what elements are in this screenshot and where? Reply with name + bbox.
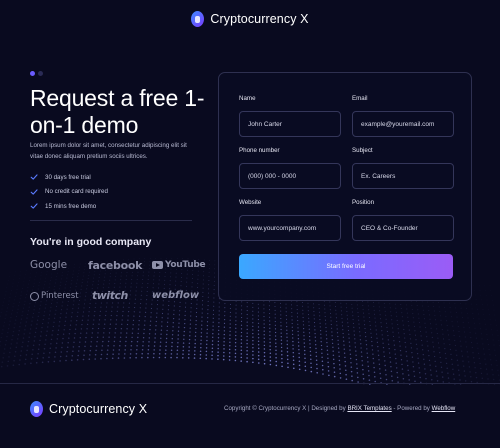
benefit-label: 15 mins free demo <box>45 202 97 210</box>
website-field[interactable] <box>239 215 341 241</box>
benefit-item: No credit card required <box>30 185 108 200</box>
benefit-label: 30 days free trial <box>45 173 91 181</box>
section-dots-decoration <box>30 71 43 76</box>
name-field[interactable] <box>239 111 341 137</box>
powered-by-text: - Powered by <box>391 405 432 412</box>
footer-logo[interactable]: Cryptocurrency X <box>30 401 147 417</box>
crypto-logo-icon <box>30 401 43 417</box>
benefit-label: No credit card required <box>45 188 108 196</box>
check-icon <box>30 203 38 209</box>
website-label: Website <box>239 199 262 206</box>
webflow-link[interactable]: Webflow <box>432 405 456 412</box>
check-icon <box>30 174 38 180</box>
companies-heading: You're in good company <box>30 236 152 248</box>
check-icon <box>30 189 38 195</box>
copyright-text: Copyright © Cryptocurrency X | Designed … <box>224 405 348 412</box>
brix-templates-link[interactable]: BRIX Templates <box>347 405 391 412</box>
position-label: Position <box>352 199 375 206</box>
page-title: Request a free 1-on-1 demo <box>30 85 205 138</box>
email-field[interactable] <box>352 111 454 137</box>
hero-description: Lorem ipsum dolor sit amet, consectetur … <box>30 142 187 160</box>
footer-brand-name: Cryptocurrency X <box>49 402 148 416</box>
benefits-list: 30 days free trial No credit card requir… <box>30 170 108 214</box>
position-field[interactable] <box>352 215 454 241</box>
demo-request-form: Name Email Phone number Subject Website … <box>218 72 472 301</box>
start-free-trial-button[interactable]: Start free trial <box>239 254 453 279</box>
benefit-item: 15 mins free demo <box>30 199 108 214</box>
benefit-item: 30 days free trial <box>30 170 108 185</box>
footer-copyright: Copyright © Cryptocurrency X | Designed … <box>224 405 455 412</box>
page: Cryptocurrency X Request a free 1-on-1 d… <box>0 0 500 448</box>
subject-field[interactable] <box>352 163 454 189</box>
phone-label: Phone number <box>239 147 280 154</box>
name-label: Name <box>239 95 256 102</box>
header-logo[interactable]: Cryptocurrency X <box>0 11 500 27</box>
header-brand-name: Cryptocurrency X <box>210 12 309 26</box>
footer-divider <box>0 383 500 384</box>
subject-label: Subject <box>352 147 373 154</box>
section-divider <box>30 220 192 221</box>
phone-field[interactable] <box>239 163 341 189</box>
crypto-logo-icon <box>191 11 205 27</box>
email-label: Email <box>352 95 368 102</box>
